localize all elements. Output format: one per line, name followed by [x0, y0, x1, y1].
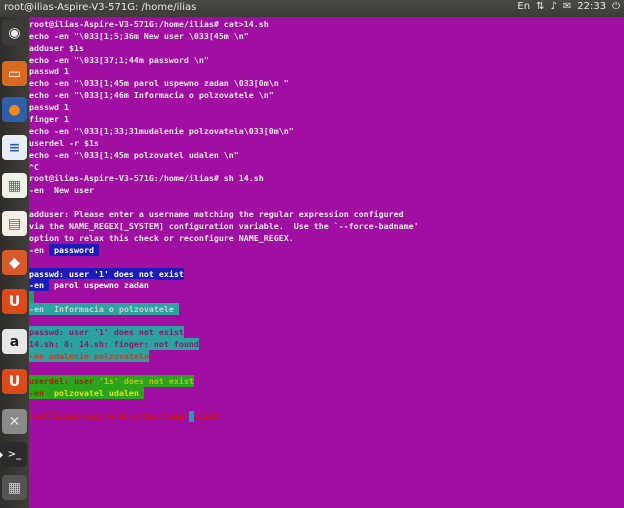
firefox-icon[interactable]: ● — [2, 97, 27, 122]
terminal-text: adduser $1s — [29, 43, 84, 53]
terminal-text: userdel: user — [29, 375, 99, 387]
launcher: ◉ ▭ ● ≡ ▦ ▤ ◆ Ua U ✕ >_ ▦ — [0, 17, 29, 508]
terminal-line: -en udalenie polzovatela — [29, 350, 149, 362]
settings-icon[interactable]: ✕ — [2, 409, 27, 434]
terminal-line: passwd 1 — [29, 65, 69, 77]
terminal-line: echo -en "\033[1;45m polzovatel udalen \… — [29, 149, 239, 161]
terminal-line: -en Informacia o polzovatele — [29, 303, 179, 315]
terminal-line: root@ilias-Aspire-V3-571G:/home/ilias# — [29, 410, 224, 422]
terminal-text — [29, 291, 34, 303]
terminal-line: option to relax this check or reconfigur… — [29, 232, 294, 244]
ubuntu-one-icon[interactable]: U — [2, 289, 27, 314]
terminal-text: echo -en "\033[1;33;31mudalenie polzovat… — [29, 126, 294, 136]
terminal-text: 14.sh: 8: 14.sh: finger: not found — [29, 338, 199, 350]
dash-home-icon[interactable]: ◉ — [2, 20, 27, 45]
terminal-text: echo -en "\033[1;46m Informacia o polzov… — [29, 90, 274, 100]
terminal-text: -en Informacia o polzovatele — [29, 303, 179, 315]
terminal-text: adduser: Please enter a username matchin… — [29, 209, 404, 219]
terminal-text: passwd 1 — [29, 66, 69, 76]
terminal-text: -en — [29, 387, 49, 399]
terminal-line: userdel: user '1s' does not exist — [29, 375, 194, 387]
network-icon[interactable]: ⇅ — [536, 1, 544, 12]
terminal-text: finger 1 — [29, 114, 69, 124]
terminal-line: userdel -r $1s — [29, 137, 99, 149]
terminal-text: passwd: user '1' does not exist — [29, 326, 184, 338]
terminal-line: -en New user — [29, 184, 94, 196]
terminal-text: echo -en "\033[1;45m polzovatel udalen \… — [29, 150, 239, 160]
terminal-line: -en parol uspewno zadan — [29, 279, 154, 291]
terminal-line: passwd: user '1' does not exist — [29, 326, 184, 338]
top-panel: root@ilias-Aspire-V3-571G: /home/ilias E… — [0, 0, 624, 17]
terminal-text: root@ilias-Aspire-V3-571G:/home/ilias# c… — [29, 19, 269, 29]
terminal-text: option to relax this check or reconfigur… — [29, 233, 294, 243]
clock[interactable]: 22:33 — [577, 1, 606, 12]
terminal-line: adduser: Please enter a username matchin… — [29, 208, 404, 220]
terminal-icon[interactable]: >_ — [0, 442, 27, 467]
amazon-icon[interactable]: a — [2, 329, 27, 354]
terminal-text: parol uspewno zadan — [48, 279, 154, 291]
terminal-line: root@ilias-Aspire-V3-571G:/home/ilias# s… — [29, 172, 264, 184]
terminal-text: '1s' does not exist — [98, 375, 194, 387]
terminal-text: -en udalenie polzovatela — [29, 350, 149, 362]
terminal-cursor — [189, 411, 194, 422]
terminal-line: echo -en "\033[1;46m Informacia o polzov… — [29, 89, 274, 101]
window-title: root@ilias-Aspire-V3-571G: /home/ilias — [4, 2, 197, 13]
terminal-text: userdel -r $1s — [29, 138, 99, 148]
terminal-window[interactable]: root@ilias-Aspire-V3-571G:/home/ilias# c… — [29, 17, 624, 508]
terminal-text: -en New user — [29, 185, 94, 195]
ubuntu-one-music-icon[interactable]: U — [2, 369, 27, 394]
terminal-line: echo -en "\033[1;45m parol uspewno zadan… — [29, 77, 289, 89]
terminal-line: root@ilias-Aspire-V3-571G:/home/ilias# c… — [29, 18, 269, 30]
terminal-line: -en password — [29, 244, 99, 256]
files-icon[interactable]: ▭ — [2, 61, 27, 86]
workspace-switcher-icon[interactable]: ▦ — [2, 475, 27, 500]
terminal-line: via the NAME_REGEX[_SYSTEM] configuratio… — [29, 220, 419, 232]
calc-icon[interactable]: ▦ — [2, 173, 27, 198]
keyboard-indicator[interactable]: En — [517, 1, 530, 12]
terminal-line: 14.sh: 8: 14.sh: finger: not found — [29, 338, 199, 350]
terminal-text: root@ilias-Aspire-V3-571G:/home/ilias# s… — [29, 173, 264, 183]
terminal-line: echo -en "\033[1;5;36m New user \033[45m… — [29, 30, 249, 42]
terminal-line: finger 1 — [29, 113, 69, 125]
terminal-line: adduser $1s — [29, 42, 84, 54]
terminal-line: passwd 1 — [29, 101, 69, 113]
terminal-text: via the NAME_REGEX[_SYSTEM] configuratio… — [29, 221, 419, 231]
terminal-text: polzovatel udalen — [48, 387, 144, 399]
terminal-text: root@ilias-Aspire-V3-571G:/home/ilias# — [29, 411, 224, 421]
terminal-text: passwd 1 — [29, 102, 69, 112]
mail-icon[interactable]: ✉ — [563, 1, 571, 12]
terminal-text: -en — [29, 279, 49, 291]
terminal-text: password — [48, 244, 99, 256]
terminal-line: -en polzovatel udalen — [29, 387, 144, 399]
writer-icon[interactable]: ≡ — [2, 135, 27, 160]
power-icon[interactable]: ⏻ — [612, 1, 620, 12]
terminal-text: -en — [29, 245, 49, 255]
terminal-line — [29, 291, 34, 303]
impress-icon[interactable]: ▤ — [2, 211, 27, 236]
volume-icon[interactable]: ♪ — [550, 1, 556, 12]
system-tray: En ⇅ ♪ ✉ 22:33 ⏻ — [517, 1, 620, 12]
software-center-icon[interactable]: ◆ — [2, 250, 27, 275]
terminal-text: echo -en "\033[1;5;36m New user \033[45m… — [29, 31, 249, 41]
terminal-line: echo -en "\033[1;33;31mudalenie polzovat… — [29, 125, 294, 137]
terminal-text: echo -en "\033[1;45m parol uspewno zadan… — [29, 78, 289, 88]
